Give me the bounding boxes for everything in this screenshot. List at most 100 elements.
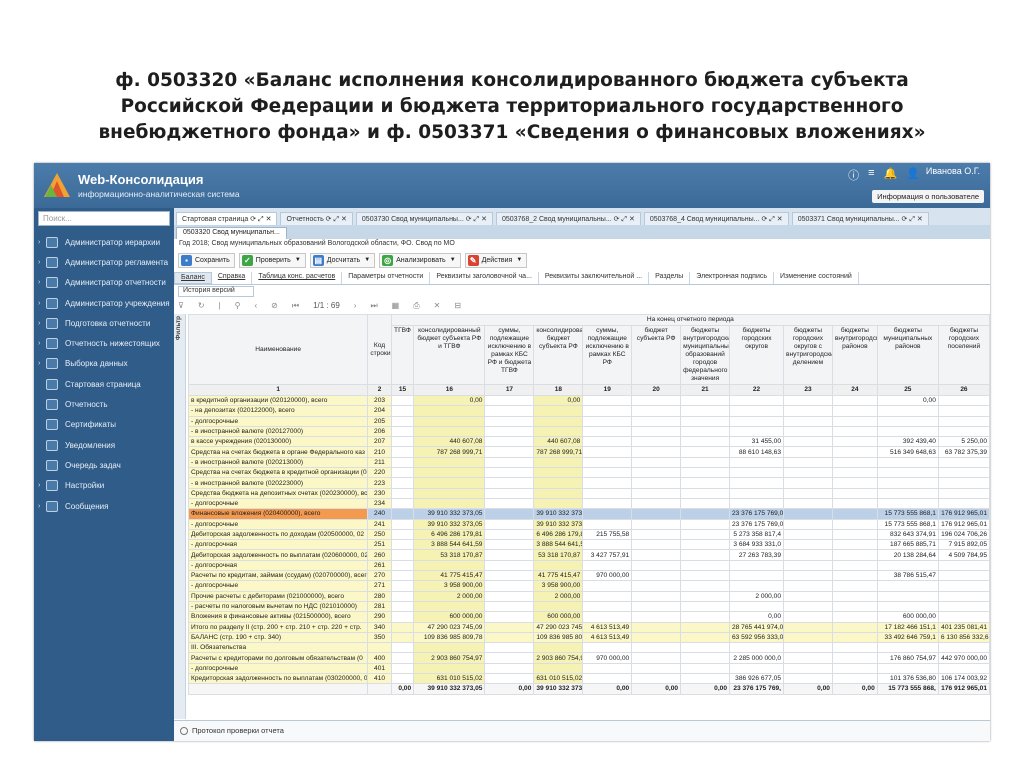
cell-c23[interactable] [783,456,833,469]
cell-c25[interactable] [876,415,939,427]
user-info-button[interactable]: Информация о пользователе [872,190,984,203]
table-row[interactable]: - долгосрочные 241 39 910 332 373,05 39 910… [188,518,990,530]
cell-c18[interactable] [533,559,584,572]
tab-active-document[interactable]: 0503320 Свод муниципальн... [176,227,287,239]
cell-c16[interactable]: 47 290 023 745,09 [413,621,486,633]
cell-c25[interactable] [876,425,939,438]
cell-c15[interactable] [390,436,415,448]
cell-c24[interactable] [831,508,878,520]
tab-document[interactable]: 0503730 Свод муниципальны... ⟳ ⤢ ✕ [355,212,493,225]
cell-c21[interactable] [680,394,731,407]
cell-c18[interactable]: 41 775 415,47 [533,570,584,582]
cell-c25[interactable] [876,405,939,417]
cell-c21[interactable] [680,518,731,530]
cell-c22[interactable]: 5 273 358 817,4 [729,528,785,541]
first-page-icon[interactable]: ⏮ [292,301,299,311]
cell-c21[interactable] [680,528,731,541]
cell-c26[interactable] [937,456,990,469]
prev-page-icon[interactable]: ‹ [255,301,258,310]
cell-c15[interactable] [390,467,415,479]
cell-c26[interactable]: 176 912 965,01 [937,508,990,520]
cell-c16[interactable]: 3 958 900,00 [413,580,486,592]
table-row[interactable]: в кассе учреждения (020130000) 207 440 607… [188,436,990,448]
sidebar-search-input[interactable]: Поиск... [38,211,170,226]
cell-c22[interactable]: 27 263 783,39 [729,549,785,561]
cell-c24[interactable] [831,539,878,551]
table-row[interactable]: - долгосрочные 234 [188,497,990,510]
cell-c18[interactable]: 2 903 860 754,97 [533,652,584,664]
cell-c16[interactable] [413,487,486,499]
cell-c24[interactable] [831,559,878,572]
cell-c26[interactable]: 442 970 000,00 [937,652,990,664]
stop-icon[interactable]: ⊘ [271,301,278,310]
cell-c26[interactable]: 63 782 375,39 [937,446,990,458]
sidebar-item[interactable]: › Выборка данных [34,354,174,374]
cell-c20[interactable] [631,405,682,417]
cell-c17[interactable] [484,580,535,592]
sidebar-item[interactable]: › Сообщения [34,496,174,516]
cell-c16[interactable]: 39 910 332 373,05 [413,518,486,530]
cell-c24[interactable] [831,425,878,438]
tab-form-section[interactable]: Разделы [649,272,691,284]
cell-c17[interactable] [484,549,535,561]
cell-c21[interactable] [680,600,731,613]
cell-c21[interactable] [680,497,731,510]
cell-c20[interactable] [631,549,682,561]
cell-c26[interactable]: 7 915 892,05 [937,539,990,551]
cell-c19[interactable] [582,415,633,427]
tab-form-section[interactable]: Изменение состояний [774,272,859,284]
cell-c22[interactable]: 23 376 175 769,0 [729,518,785,530]
cell-c24[interactable] [831,652,878,664]
cell-c26[interactable]: 5 250,00 [937,436,990,448]
tab-document[interactable]: 0503768_4 Свод муниципальны... ⟳ ⤢ ✕ [643,212,789,225]
cell-c16[interactable]: 2 000,00 [413,590,486,602]
menu-icon[interactable]: ≡ [868,167,874,183]
cell-c24[interactable] [831,518,878,530]
cell-c20[interactable] [631,415,682,427]
table-row[interactable]: Расчеты по кредитам, займам (ссудам) (02… [188,570,990,582]
cell-c24[interactable] [831,497,878,510]
cell-c23[interactable] [783,508,833,520]
tab-document[interactable]: 0503371 Свод муниципальны... ⟳ ⤢ ✕ [791,212,929,225]
cell-c22[interactable]: 2 000,00 [729,590,785,602]
info-icon[interactable]: ⓘ [848,167,859,183]
cell-c16[interactable] [413,559,486,572]
cell-c20[interactable] [631,662,682,675]
cell-c26[interactable] [937,487,990,499]
cell-c19[interactable]: 215 755,58 [582,528,633,541]
table-row[interactable]: Средства бюджета на депозитных счетах (0… [188,487,990,499]
cell-c16[interactable] [413,497,486,510]
cell-c26[interactable] [937,559,990,572]
cell-c15[interactable] [390,394,415,407]
cell-c15[interactable] [390,549,415,561]
cell-c17[interactable] [484,425,535,438]
cell-c19[interactable]: 3 427 757,91 [582,549,633,561]
cell-c15[interactable] [390,600,415,613]
cell-c24[interactable] [831,528,878,541]
tab-document[interactable]: Отчетность ⟳ ⤢ ✕ [280,212,353,225]
cell-c21[interactable] [680,631,731,644]
columns-icon[interactable]: ⊟ [454,301,461,310]
cell-c21[interactable] [680,405,731,417]
tab-form-section[interactable]: Баланс [174,272,212,284]
cell-c16[interactable] [413,405,486,417]
refresh-icon[interactable]: ↻ [198,301,205,310]
cell-c25[interactable] [876,642,939,654]
sidebar-item[interactable]: › Администратор отчетности [34,273,174,293]
cell-c17[interactable] [484,611,535,623]
sidebar-item[interactable]: › Подготовка отчетности [34,313,174,333]
cell-c19[interactable] [582,394,633,407]
analyze-button[interactable]: ◎ Анализировать ▼ [379,252,461,268]
next-page-icon[interactable]: › [354,301,357,310]
cell-c25[interactable] [876,467,939,479]
cell-c25[interactable] [876,590,939,602]
cell-c23[interactable] [783,580,833,592]
cell-c19[interactable] [582,600,633,613]
pin-icon[interactable]: ⚲ [235,301,241,310]
cell-c18[interactable]: 39 910 332 373,05 [533,518,584,530]
cell-c19[interactable] [582,673,633,685]
cell-c21[interactable] [680,590,731,602]
cell-c25[interactable]: 516 349 648,63 [876,446,939,458]
table-icon[interactable]: ▦ [392,301,400,310]
excel-icon[interactable]: ✕ [434,301,441,310]
